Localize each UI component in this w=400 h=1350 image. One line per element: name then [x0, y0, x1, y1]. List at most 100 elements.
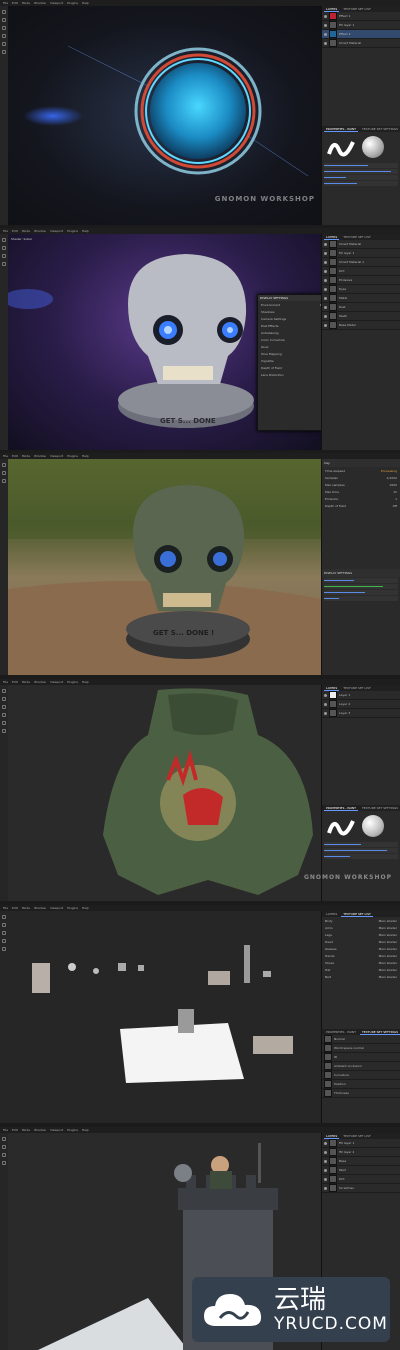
- tab-texture-set-list[interactable]: TEXTURE SET LIST: [341, 686, 373, 690]
- baked-map-row[interactable]: Thickness: [322, 1089, 400, 1098]
- eraser-tool-icon[interactable]: [2, 1145, 6, 1149]
- layer-row[interactable]: Base: [322, 1157, 400, 1166]
- menu-viewport[interactable]: Viewport: [50, 229, 63, 233]
- smudge-tool-icon[interactable]: [2, 713, 6, 717]
- texture-set-row[interactable]: Arms Main shader: [322, 924, 400, 931]
- renderer-setting-row[interactable]: Max time 1h: [322, 488, 400, 495]
- menu-file[interactable]: File: [3, 1128, 8, 1132]
- menu-help[interactable]: Help: [82, 680, 89, 684]
- menu-window[interactable]: Window: [34, 1128, 46, 1132]
- menu-mode[interactable]: Mode: [22, 454, 30, 458]
- visibility-eye-icon[interactable]: [324, 1159, 327, 1163]
- tab-layers[interactable]: LAYERS: [324, 686, 340, 691]
- setting-value[interactable]: 1h: [393, 490, 397, 494]
- eraser-tool-icon[interactable]: [2, 246, 6, 250]
- smudge-tool-icon[interactable]: [2, 939, 6, 943]
- projection-tool-icon[interactable]: [2, 479, 6, 483]
- layer-row[interactable]: Metal: [322, 294, 400, 303]
- clone-tool-icon[interactable]: [2, 721, 6, 725]
- menu-plugins[interactable]: Plugins: [67, 229, 78, 233]
- viewport-3d[interactable]: [8, 6, 322, 225]
- menu-mode[interactable]: Mode: [22, 229, 30, 233]
- menu-viewport[interactable]: Viewport: [50, 906, 63, 910]
- layer-row[interactable]: Smart Material: [322, 39, 400, 48]
- layer-row[interactable]: Layer 1: [322, 691, 400, 700]
- menu-file[interactable]: File: [3, 229, 8, 233]
- texture-set-row[interactable]: Body Main shader: [322, 917, 400, 924]
- renderer-setting-row[interactable]: Emission 1: [322, 495, 400, 502]
- layer-row[interactable]: Effect 1: [322, 12, 400, 21]
- texture-set-row[interactable]: Head Main shader: [322, 938, 400, 945]
- eraser-tool-icon[interactable]: [2, 18, 6, 22]
- menu-edit[interactable]: Edit: [12, 1128, 18, 1132]
- eraser-tool-icon[interactable]: [2, 923, 6, 927]
- renderer-setting-row[interactable]: Max samples 1000: [322, 481, 400, 488]
- texture-set-row[interactable]: Legs Main shader: [322, 931, 400, 938]
- visibility-eye-icon[interactable]: [324, 41, 327, 45]
- menu-viewport[interactable]: Viewport: [50, 1, 63, 5]
- tab-texture-set-list[interactable]: TEXTURE SET LIST: [341, 912, 373, 917]
- viewport-iray[interactable]: GET S... DONE !: [8, 459, 322, 675]
- layer-row[interactable]: Dirt: [322, 267, 400, 276]
- menu-mode[interactable]: Mode: [22, 680, 30, 684]
- visibility-eye-icon[interactable]: [324, 693, 327, 697]
- flow-slider[interactable]: [324, 169, 398, 174]
- visibility-eye-icon[interactable]: [324, 711, 327, 715]
- layer-row[interactable]: Teeth: [322, 312, 400, 321]
- brush-tool-icon[interactable]: [2, 463, 6, 467]
- picker-tool-icon[interactable]: [2, 50, 6, 54]
- menu-window[interactable]: Window: [34, 1, 46, 5]
- menu-viewport[interactable]: Viewport: [50, 454, 63, 458]
- menu-file[interactable]: File: [3, 1, 8, 5]
- menu-help[interactable]: Help: [82, 1128, 89, 1132]
- menu-edit[interactable]: Edit: [12, 906, 18, 910]
- layer-row[interactable]: Fill layer 2: [322, 1148, 400, 1157]
- layer-row[interactable]: Rust: [322, 303, 400, 312]
- visibility-eye-icon[interactable]: [324, 305, 327, 309]
- setting-slider[interactable]: [324, 590, 398, 595]
- menu-file[interactable]: File: [3, 906, 8, 910]
- texture-set-shader[interactable]: Main shader: [379, 926, 397, 930]
- menu-window[interactable]: Window: [34, 906, 46, 910]
- visibility-eye-icon[interactable]: [324, 23, 327, 27]
- menu-plugins[interactable]: Plugins: [67, 680, 78, 684]
- setting-slider[interactable]: [324, 578, 398, 583]
- menu-mode[interactable]: Mode: [22, 906, 30, 910]
- brush-tool-icon[interactable]: [2, 238, 6, 242]
- baked-map-row[interactable]: World space normal: [322, 1044, 400, 1053]
- layer-row[interactable]: Emissive: [322, 276, 400, 285]
- texture-set-shader[interactable]: Main shader: [379, 919, 397, 923]
- smudge-tool-icon[interactable]: [2, 1161, 6, 1165]
- menu-edit[interactable]: Edit: [12, 229, 18, 233]
- angle-slider[interactable]: [324, 181, 398, 186]
- layer-row[interactable]: Fill layer 1: [322, 21, 400, 30]
- layer-row[interactable]: Dirt: [322, 1175, 400, 1184]
- setting-value[interactable]: 1000: [389, 483, 397, 487]
- layer-row[interactable]: Layer 2: [322, 700, 400, 709]
- layer-row[interactable]: Fill layer 1: [322, 1139, 400, 1148]
- brush-tool-icon[interactable]: [2, 10, 6, 14]
- brush-tool-icon[interactable]: [2, 689, 6, 693]
- renderer-setting-row[interactable]: Samples 1/1000: [322, 474, 400, 481]
- menu-window[interactable]: Window: [34, 680, 46, 684]
- menu-plugins[interactable]: Plugins: [67, 1128, 78, 1132]
- visibility-eye-icon[interactable]: [324, 1186, 327, 1190]
- menu-mode[interactable]: Mode: [22, 1, 30, 5]
- texture-set-shader[interactable]: Main shader: [379, 947, 397, 951]
- tab-texture-set-list[interactable]: TEXTURE SET LIST: [341, 235, 373, 239]
- projection-tool-icon[interactable]: [2, 931, 6, 935]
- projection-tool-icon[interactable]: [2, 1153, 6, 1157]
- menu-file[interactable]: File: [3, 680, 8, 684]
- size-slider[interactable]: [324, 163, 398, 168]
- texture-set-row[interactable]: Hat Main shader: [322, 966, 400, 973]
- tab-layers[interactable]: LAYERS: [324, 235, 340, 240]
- menu-help[interactable]: Help: [82, 454, 89, 458]
- layer-row[interactable]: Eyes: [322, 285, 400, 294]
- material-sphere[interactable]: [362, 136, 384, 158]
- tab-properties[interactable]: PROPERTIES - PAINT: [324, 806, 358, 811]
- projection-tool-icon[interactable]: [2, 26, 6, 30]
- layer-row[interactable]: Layer 3: [322, 709, 400, 718]
- texture-set-shader[interactable]: Main shader: [379, 933, 397, 937]
- spacing-slider[interactable]: [324, 854, 398, 859]
- layer-row[interactable]: Paint: [322, 1166, 400, 1175]
